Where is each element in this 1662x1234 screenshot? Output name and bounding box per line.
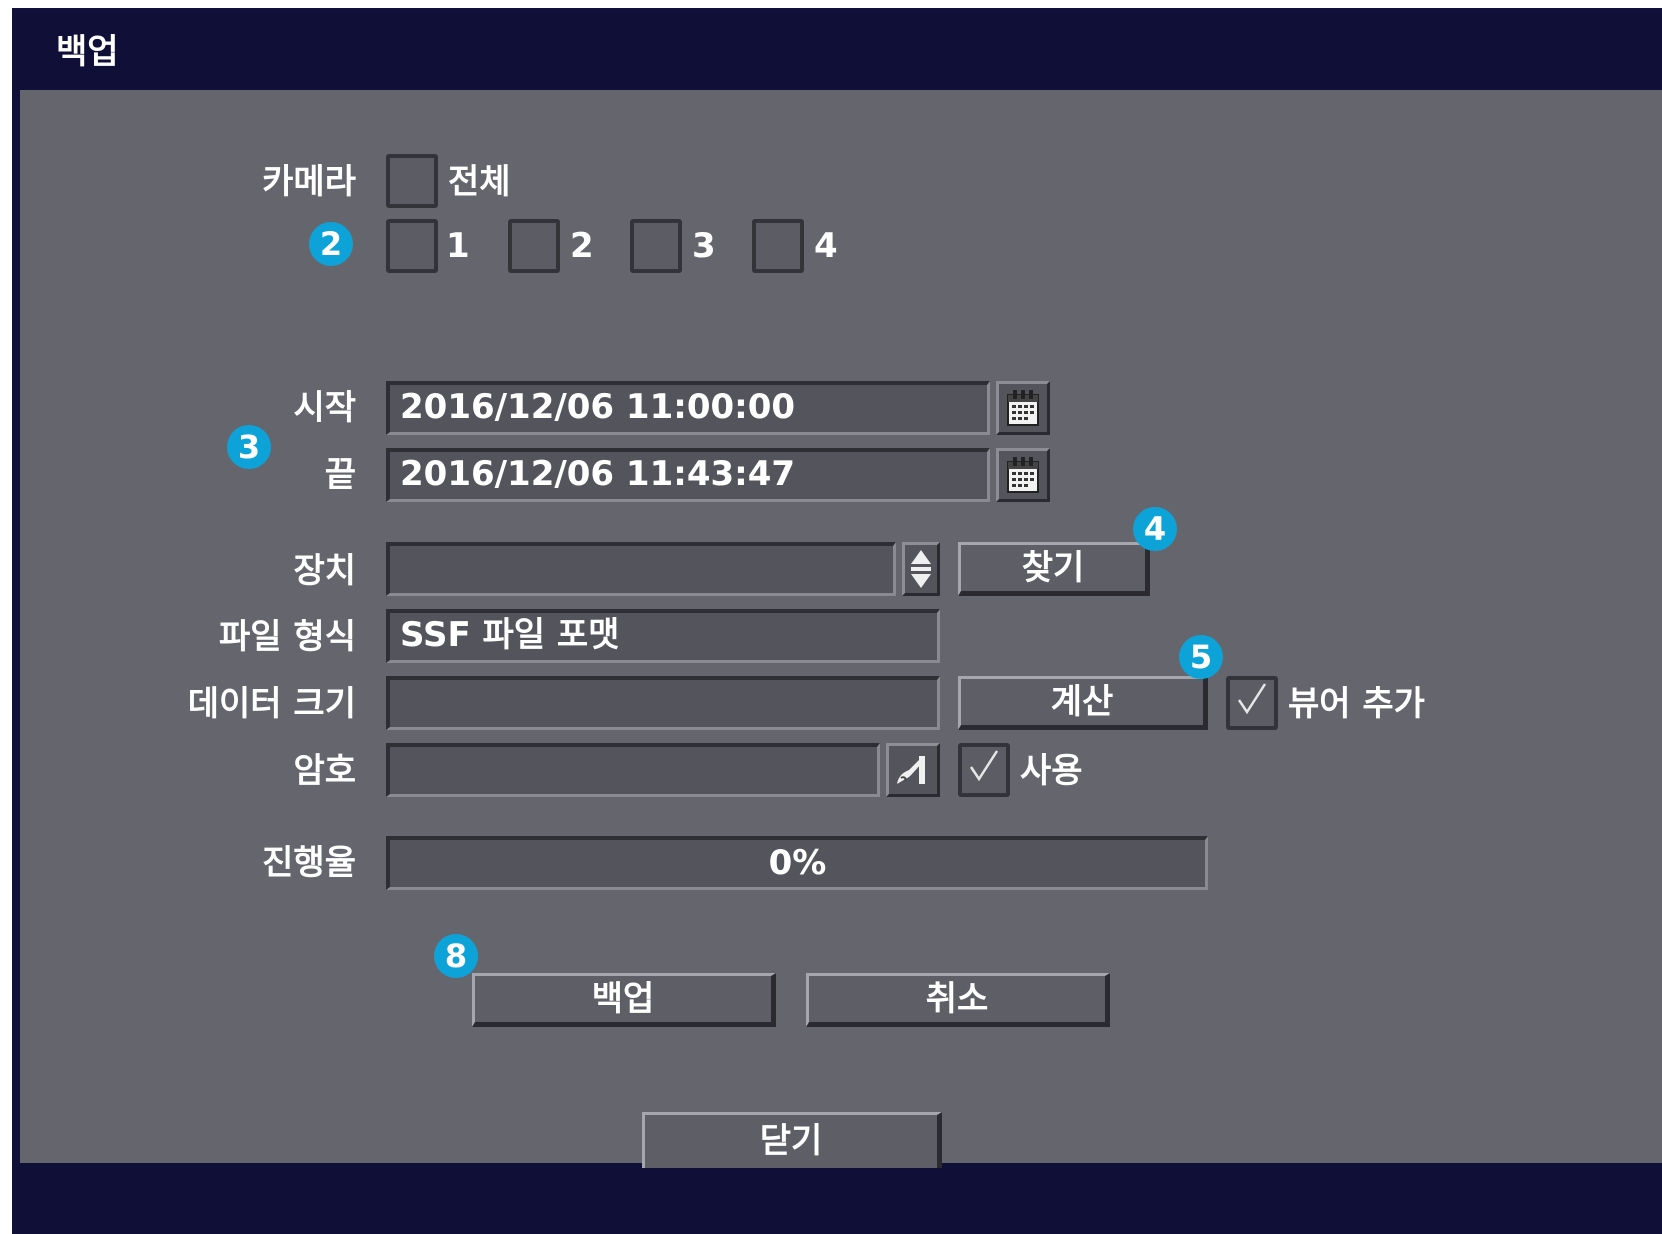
device-spinner[interactable]	[902, 542, 940, 596]
progress-bar: 0%	[386, 836, 1208, 890]
data-size-field	[386, 676, 940, 730]
camera-1-label: 1	[446, 226, 470, 266]
data-size-label: 데이터 크기	[187, 684, 356, 724]
password-use-label: 사용	[1020, 751, 1083, 791]
start-label: 시작	[293, 388, 356, 428]
close-button[interactable]: 닫기	[642, 1112, 942, 1168]
calculate-button[interactable]: 계산	[958, 676, 1208, 730]
camera-2-label: 2	[570, 226, 594, 266]
up-down-arrows-icon	[911, 550, 931, 588]
password-edit-button[interactable]	[886, 743, 940, 797]
calendar-icon	[1007, 457, 1039, 493]
file-format-field[interactable]: SSF 파일 포맷	[386, 609, 940, 663]
camera-3-label: 3	[692, 226, 716, 266]
callout-badge-5: 5	[1179, 635, 1223, 679]
end-calendar-button[interactable]	[996, 448, 1050, 502]
progress-text: 0%	[768, 843, 827, 883]
pen-writing-icon	[897, 756, 925, 784]
camera-4-label: 4	[814, 226, 838, 266]
camera-all-label: 전체	[448, 162, 511, 202]
cancel-button[interactable]: 취소	[806, 973, 1110, 1027]
find-button[interactable]: 찾기	[958, 542, 1150, 596]
password-field[interactable]	[386, 743, 880, 797]
camera-2-checkbox[interactable]	[508, 219, 560, 273]
password-label: 암호	[293, 751, 356, 791]
device-select[interactable]	[386, 542, 896, 596]
callout-badge-2: 2	[309, 222, 353, 266]
backup-button[interactable]: 백업	[472, 973, 776, 1027]
device-label: 장치	[293, 551, 356, 591]
title-bar	[16, 12, 1662, 90]
file-format-label: 파일 형식	[219, 617, 356, 657]
callout-badge-8: 8	[434, 934, 478, 978]
callout-badge-3: 3	[227, 425, 271, 469]
start-time-field[interactable]: 2016/12/06 11:00:00	[386, 381, 990, 435]
progress-label: 진행율	[262, 843, 356, 883]
add-viewer-label: 뷰어 추가	[1288, 684, 1425, 724]
checkmark-icon	[1237, 683, 1267, 715]
camera-all-checkbox[interactable]	[386, 154, 438, 208]
callout-badge-4: 4	[1133, 507, 1177, 551]
checkmark-icon	[969, 750, 999, 782]
password-use-checkbox[interactable]	[958, 743, 1010, 797]
calendar-icon	[1007, 390, 1039, 426]
add-viewer-checkbox[interactable]	[1226, 676, 1278, 730]
footer-bar	[16, 1163, 1662, 1234]
window-title: 백업	[56, 32, 119, 72]
start-calendar-button[interactable]	[996, 381, 1050, 435]
end-label: 끝	[324, 455, 356, 495]
end-time-field[interactable]: 2016/12/06 11:43:47	[386, 448, 990, 502]
camera-label: 카메라	[262, 162, 356, 202]
camera-3-checkbox[interactable]	[630, 219, 682, 273]
camera-4-checkbox[interactable]	[752, 219, 804, 273]
camera-1-checkbox[interactable]	[386, 219, 438, 273]
